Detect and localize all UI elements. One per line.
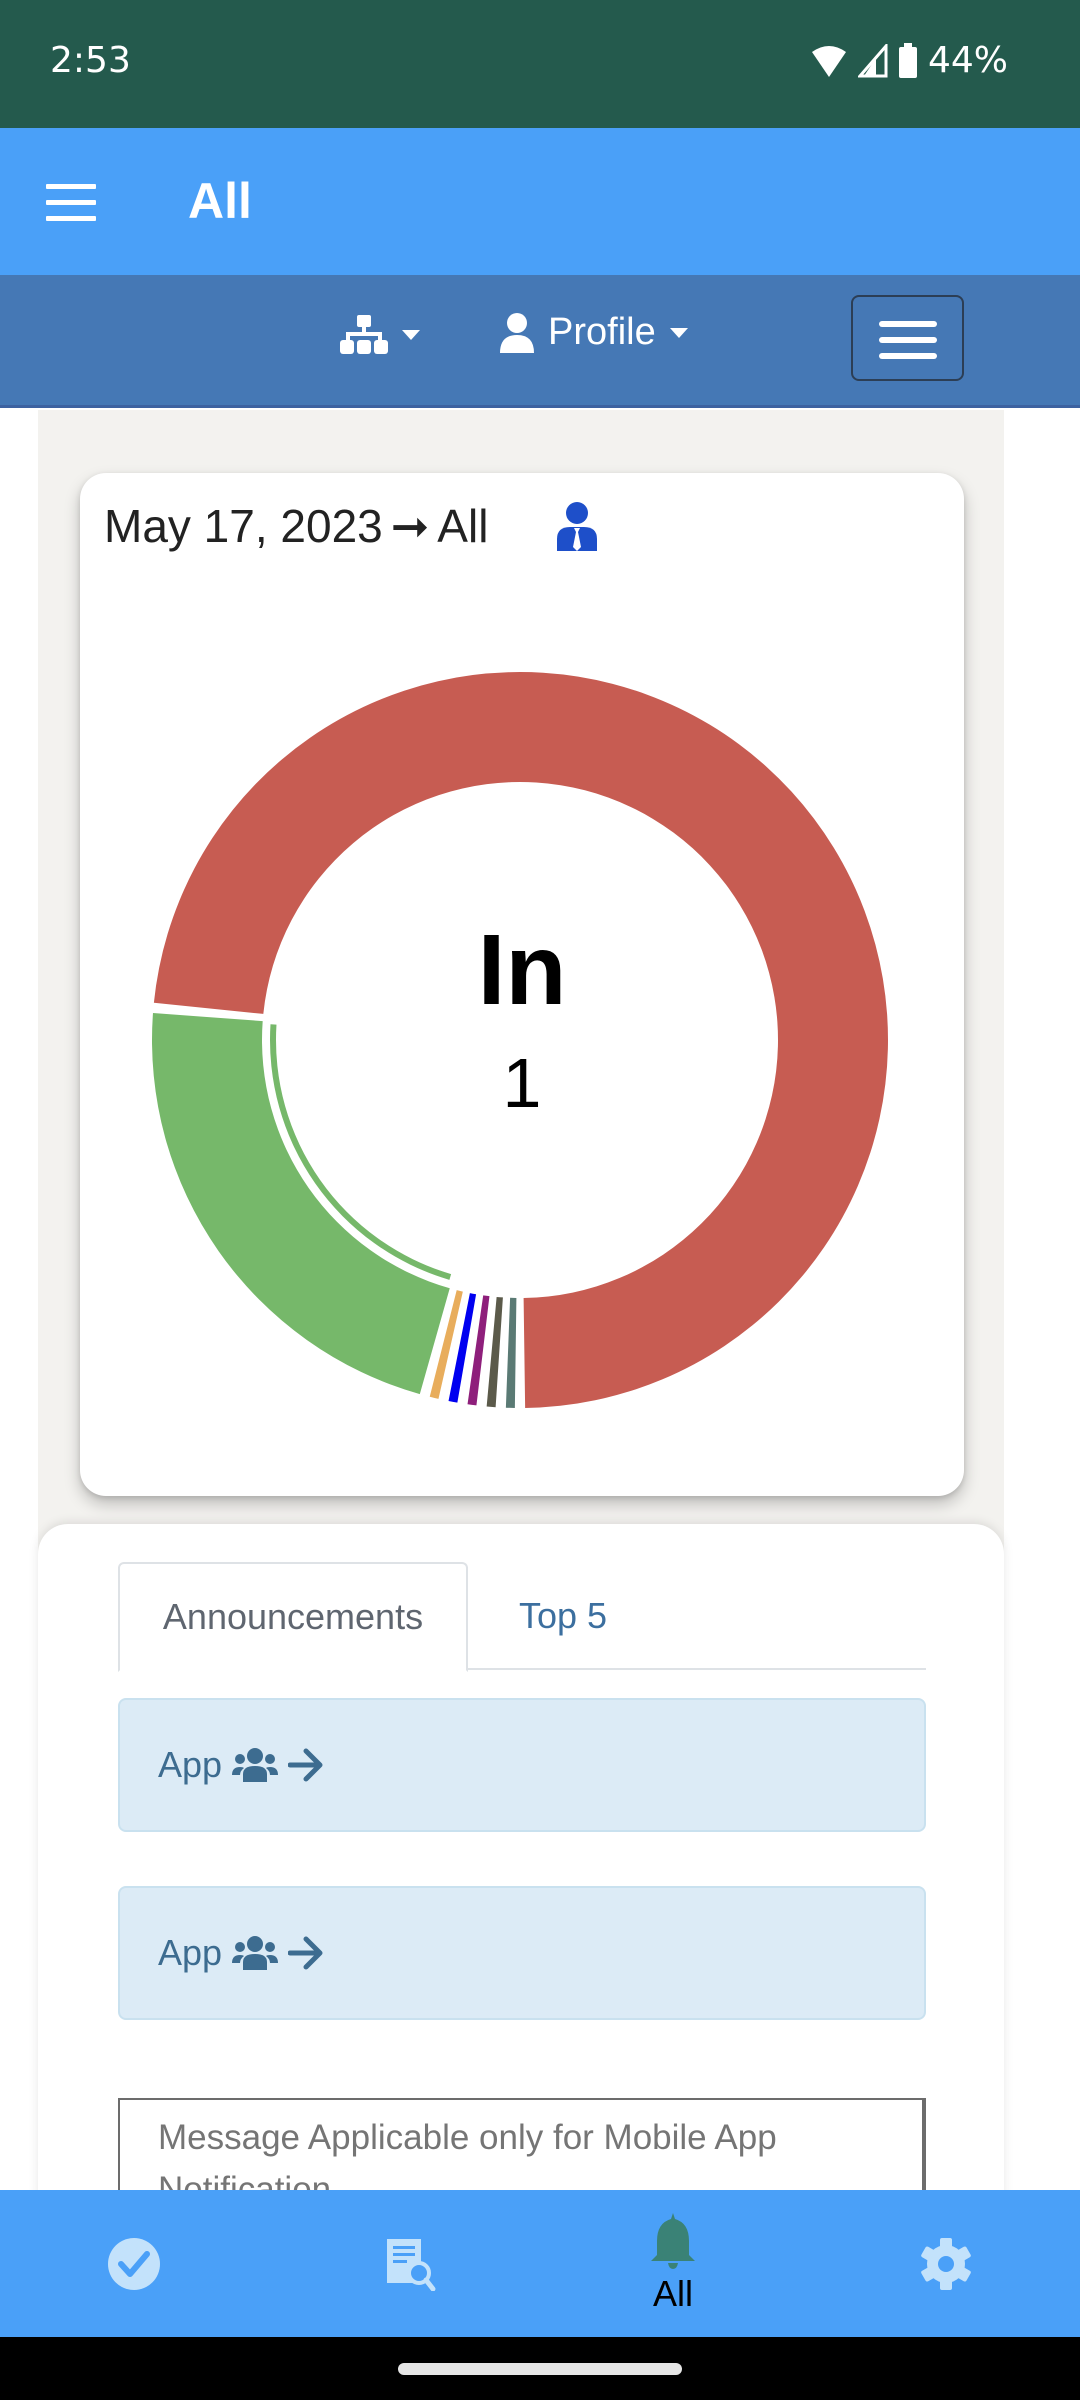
announcement-item[interactable]: App (118, 1698, 926, 1832)
bottom-nav: All (0, 2190, 1080, 2337)
tabs-card: Announcements Top 5 App App (38, 1524, 1004, 2238)
hamburger-icon-line (46, 200, 96, 205)
donut-center-value: 1 (502, 1044, 542, 1122)
cell-signal-icon (857, 43, 888, 77)
hamburger-icon-line (46, 216, 96, 221)
chevron-down-icon (402, 330, 420, 340)
tab-bar: Announcements Top 5 (118, 1562, 926, 1672)
arrow-right-icon (288, 1936, 323, 1970)
wifi-icon (811, 45, 846, 77)
org-dropdown[interactable] (340, 315, 420, 355)
user-icon (500, 312, 534, 353)
tab-top-5[interactable]: Top 5 (468, 1562, 658, 1670)
hamburger-icon (46, 184, 96, 189)
bottom-nav-document-search[interactable] (350, 2190, 470, 2337)
status-icons: 44% (810, 40, 1008, 81)
profile-label: Profile (548, 311, 656, 353)
status-bar: 2:53 44% (0, 0, 1080, 128)
bottom-nav-notifications[interactable]: All (613, 2190, 733, 2337)
document-search-icon (387, 2238, 436, 2291)
status-time: 2:53 (50, 40, 131, 81)
users-icon (232, 1748, 279, 1782)
arrow-right-icon (288, 1748, 323, 1782)
tab-announcements[interactable]: Announcements (118, 1562, 468, 1672)
menu-button[interactable] (46, 184, 98, 221)
bottom-nav-label: All (652, 2272, 693, 2314)
chevron-down-icon (669, 327, 688, 338)
bell-icon (651, 2212, 695, 2269)
hamburger-icon (879, 321, 937, 327)
battery-percent: 44% (927, 40, 1008, 81)
hamburger-icon-line (879, 337, 937, 343)
page-title: All (188, 173, 252, 229)
donut-slice-2[interactable] (486, 1296, 503, 1408)
bottom-nav-settings[interactable] (886, 2190, 1006, 2337)
announcement-item[interactable]: App (118, 1886, 926, 2020)
donut-slice-1[interactable] (505, 1297, 517, 1408)
announcement-label: App (158, 1932, 223, 1973)
donut-center-title: In (477, 914, 567, 1026)
bottom-nav-check[interactable] (74, 2190, 194, 2337)
profile-dropdown[interactable]: Profile (500, 311, 688, 354)
system-gesture-bar (0, 2337, 1080, 2400)
home-indicator[interactable] (398, 2363, 682, 2375)
nav-toggle-button[interactable] (851, 295, 964, 381)
gear-icon (921, 2237, 971, 2290)
app-bar: All (0, 128, 1080, 275)
sitemap-icon (340, 315, 388, 354)
battery-icon (898, 42, 917, 78)
users-icon (232, 1936, 279, 1970)
hamburger-icon-line (879, 353, 937, 359)
chart-card: May 17, 2023 ➞ All In 1 (80, 473, 964, 1496)
announcement-label: App (158, 1744, 223, 1785)
check-circle-icon (108, 2237, 160, 2290)
sub-nav: Profile (0, 275, 1080, 408)
